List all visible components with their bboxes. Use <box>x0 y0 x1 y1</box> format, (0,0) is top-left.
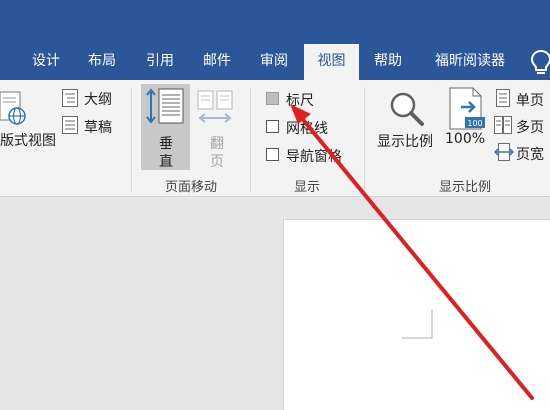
ruler-label[interactable]: 标尺 <box>286 90 314 110</box>
group-separator <box>250 88 251 192</box>
gridlines-checkbox[interactable] <box>266 120 279 133</box>
zoom-label[interactable]: 显示比例 <box>377 131 433 151</box>
one-page-label[interactable]: 单页 <box>516 90 544 110</box>
one-page-icon[interactable] <box>496 89 510 107</box>
document-area[interactable] <box>0 197 550 410</box>
vertical-scroll-icon <box>146 88 184 124</box>
document-page[interactable] <box>283 219 550 410</box>
multiple-pages-icon[interactable] <box>494 116 512 134</box>
vertical-label-1: 垂 <box>159 136 173 152</box>
zoom-100-label[interactable]: 100% <box>445 131 485 147</box>
outline-label[interactable]: 大纲 <box>84 89 112 109</box>
side-by-side-icon[interactable] <box>196 90 236 126</box>
web-layout-label[interactable]: 版式视图 <box>0 130 56 150</box>
tab-layout[interactable]: 布局 <box>80 44 124 80</box>
tab-references[interactable]: 引用 <box>138 44 182 80</box>
page-width-label[interactable]: 页宽 <box>516 144 544 164</box>
navigation-pane-label[interactable]: 导航窗格 <box>286 146 342 166</box>
navigation-pane-checkbox[interactable] <box>266 148 279 161</box>
tab-help[interactable]: 帮助 <box>366 44 410 80</box>
show-group-label: 显示 <box>293 180 320 195</box>
zoom-100-icon[interactable]: 100 <box>447 87 487 131</box>
margin-corner-mark <box>402 310 433 339</box>
group-separator <box>364 88 365 192</box>
lightbulb-icon[interactable] <box>530 49 550 75</box>
zoom-magnifier-icon[interactable] <box>388 90 426 128</box>
tab-review[interactable]: 审阅 <box>252 44 296 80</box>
draft-icon[interactable] <box>62 116 78 134</box>
gridlines-label[interactable]: 网格线 <box>286 118 328 138</box>
vertical-label-2: 直 <box>159 154 173 170</box>
multiple-pages-label[interactable]: 多页 <box>516 117 544 137</box>
page-width-icon[interactable] <box>494 143 514 161</box>
tab-foxit-reader[interactable]: 福昕阅读器 <box>421 44 519 80</box>
tab-view[interactable]: 视图 <box>304 44 359 80</box>
page-movement-group-label: 页面移动 <box>164 180 217 195</box>
ruler-checkbox[interactable] <box>266 92 279 105</box>
ribbon-tab-bar: 设计 布局 引用 邮件 审阅 视图 帮助 福昕阅读器 <box>0 0 550 80</box>
zoom-group-label: 显示比例 <box>438 180 491 195</box>
side-by-side-label-2: 页 <box>210 154 224 170</box>
zoom-100-badge: 100 <box>467 119 482 128</box>
ribbon-panel: 版式视图 大纲 草稿 垂 直 翻 页 页面移动 标尺 网格线 导航窗格 显示 显… <box>0 80 550 197</box>
tab-mailings[interactable]: 邮件 <box>195 44 239 80</box>
group-separator <box>131 88 132 192</box>
outline-icon[interactable] <box>62 89 78 107</box>
web-layout-icon[interactable] <box>0 90 28 126</box>
tab-design[interactable]: 设计 <box>24 44 68 80</box>
draft-label[interactable]: 草稿 <box>84 117 112 137</box>
side-by-side-label-1: 翻 <box>210 136 224 152</box>
